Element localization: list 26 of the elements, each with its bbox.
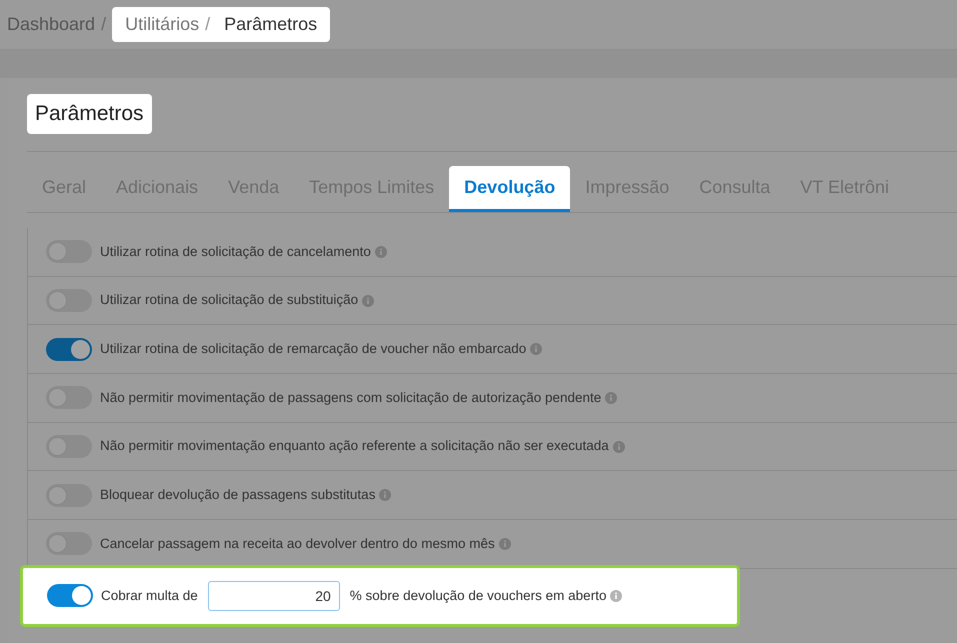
setting-label: Cobrar multa de: [101, 586, 198, 605]
breadcrumb-separator: /: [101, 13, 106, 36]
number-field[interactable]: 20: [208, 580, 340, 611]
setting-label: Bloquear devolução de passagens substitutas: [100, 486, 376, 504]
setting-label: Não permitir movimentação enquanto ação referente a solicitação não ser executada: [100, 437, 609, 456]
breadcrumb-link[interactable]: Dashboard: [7, 11, 96, 38]
page-title: Parâmetros: [27, 94, 152, 134]
info-icon[interactable]: [612, 440, 625, 453]
info-icon[interactable]: [362, 294, 374, 307]
setting-label: % sobre devolução de vouchers em aberto: [350, 586, 606, 605]
breadcrumb-link[interactable]: Utilitários: [125, 11, 200, 38]
setting-label: Utilizar rotina de solicitação de remarcação de voucher não embarcado: [100, 340, 526, 358]
info-icon[interactable]: [498, 538, 511, 550]
setting-label: Utilizar rotina de solicitação de substituição: [100, 291, 358, 310]
setting-label: Cancelar passagem na receita ao devolver dentro do mesmo mês: [100, 534, 495, 553]
toggle-switch[interactable]: [47, 584, 93, 608]
breadcrumb-separator: /: [205, 13, 210, 36]
setting-label: Utilizar rotina de solicitação de cancelamento: [100, 242, 371, 261]
info-icon[interactable]: [379, 489, 392, 502]
toggle-switch[interactable]: [46, 338, 92, 361]
info-icon[interactable]: [530, 343, 542, 356]
info-icon[interactable]: [605, 392, 618, 404]
tab[interactable]: Devolução: [449, 166, 570, 212]
info-icon[interactable]: [610, 590, 622, 602]
info-icon[interactable]: [374, 246, 387, 258]
setting-label: Não permitir movimentação de passagens com solicitação de autorização pendente: [100, 388, 602, 407]
